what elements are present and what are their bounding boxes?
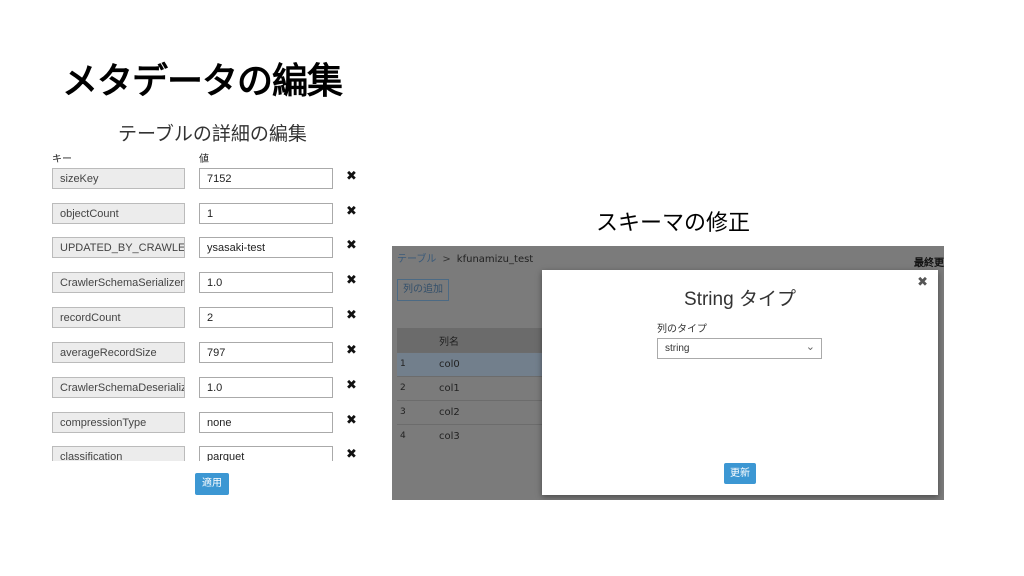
column-name: col2: [439, 407, 460, 418]
breadcrumb-current: kfunamizu_test: [456, 254, 534, 265]
delete-icon[interactable]: ✖: [346, 273, 357, 288]
key-field[interactable]: sizeKey: [52, 168, 185, 189]
breadcrumb: テーブル > kfunamizu_test: [397, 250, 533, 265]
column-name: col0: [439, 359, 460, 370]
value-field[interactable]: 1.0: [199, 272, 333, 293]
slide-title: メタデータの編集: [62, 61, 343, 102]
row-number: 4: [400, 431, 406, 441]
add-column-button[interactable]: 列の追加: [397, 279, 449, 301]
value-column-header: 値: [199, 154, 209, 165]
key-field[interactable]: CrawlerSchemaSerializerVer: [52, 272, 185, 293]
table-row[interactable]: 2 col1: [397, 376, 544, 401]
delete-icon[interactable]: ✖: [346, 343, 357, 358]
panel-heading: テーブルの詳細の編集: [118, 123, 307, 145]
apply-button[interactable]: 適用: [195, 473, 229, 495]
metadata-row: averageRecordSize 797 ✖: [50, 342, 370, 364]
schema-screenshot: テーブル > kfunamizu_test 最終更 列の追加 列名 1 col0 2…: [392, 246, 944, 500]
column-type-select[interactable]: string ⌄: [657, 338, 822, 359]
column-name: col3: [439, 431, 460, 442]
last-updated-label: 最終更: [914, 258, 944, 269]
value-field[interactable]: 797: [199, 342, 333, 363]
schema-caption: スキーマの修正: [596, 211, 751, 236]
table-row[interactable]: 1 col0: [397, 352, 544, 377]
delete-icon[interactable]: ✖: [346, 169, 357, 184]
metadata-row: CrawlerSchemaSerializerVer 1.0 ✖: [50, 272, 370, 294]
chevron-down-icon: ⌄: [805, 341, 815, 353]
value-field[interactable]: none: [199, 412, 333, 433]
delete-icon[interactable]: ✖: [346, 204, 357, 219]
metadata-row: sizeKey 7152 ✖: [50, 168, 370, 190]
column-name-header: 列名: [439, 337, 459, 348]
metadata-row: CrawlerSchemaDeserializerV 1.0 ✖: [50, 377, 370, 399]
key-field[interactable]: objectCount: [52, 203, 185, 224]
delete-icon[interactable]: ✖: [346, 413, 357, 428]
table-row[interactable]: 4 col3: [397, 424, 544, 449]
modal-title: String タイプ: [684, 289, 796, 310]
key-field[interactable]: UPDATED_BY_CRAWLER: [52, 237, 185, 258]
value-field[interactable]: 1.0: [199, 377, 333, 398]
value-field[interactable]: 1: [199, 203, 333, 224]
key-field[interactable]: recordCount: [52, 307, 185, 328]
breadcrumb-root-link[interactable]: テーブル: [397, 254, 436, 265]
key-field[interactable]: compressionType: [52, 412, 185, 433]
key-field[interactable]: averageRecordSize: [52, 342, 185, 363]
column-type-label: 列のタイプ: [657, 324, 707, 335]
metadata-row: objectCount 1 ✖: [50, 203, 370, 225]
metadata-row: UPDATED_BY_CRAWLER ysasaki-test ✖: [50, 237, 370, 259]
metadata-row: recordCount 2 ✖: [50, 307, 370, 329]
row-number: 2: [400, 383, 406, 393]
edit-table-details-panel: テーブルの詳細の編集 キー 値 sizeKey 7152 ✖ objectCou…: [50, 115, 370, 500]
update-button[interactable]: 更新: [724, 463, 756, 484]
string-type-modal: ✖ String タイプ 列のタイプ string ⌄ 更新: [542, 270, 938, 495]
row-number: 1: [400, 359, 406, 369]
metadata-row: compressionType none ✖: [50, 412, 370, 434]
delete-icon[interactable]: ✖: [346, 238, 357, 253]
row-number: 3: [400, 407, 406, 417]
value-field[interactable]: ysasaki-test: [199, 237, 333, 258]
value-field[interactable]: 7152: [199, 168, 333, 189]
value-field[interactable]: 2: [199, 307, 333, 328]
selected-type-value: string: [665, 343, 690, 354]
column-table-header: 列名: [397, 328, 544, 352]
breadcrumb-separator: >: [442, 254, 451, 265]
key-field[interactable]: CrawlerSchemaDeserializerV: [52, 377, 185, 398]
delete-icon[interactable]: ✖: [346, 308, 357, 323]
table-row[interactable]: 3 col2: [397, 400, 544, 425]
key-column-header: キー: [52, 154, 72, 165]
delete-icon[interactable]: ✖: [346, 447, 357, 462]
scroll-clip: [50, 461, 370, 471]
delete-icon[interactable]: ✖: [346, 378, 357, 393]
column-name: col1: [439, 383, 460, 394]
